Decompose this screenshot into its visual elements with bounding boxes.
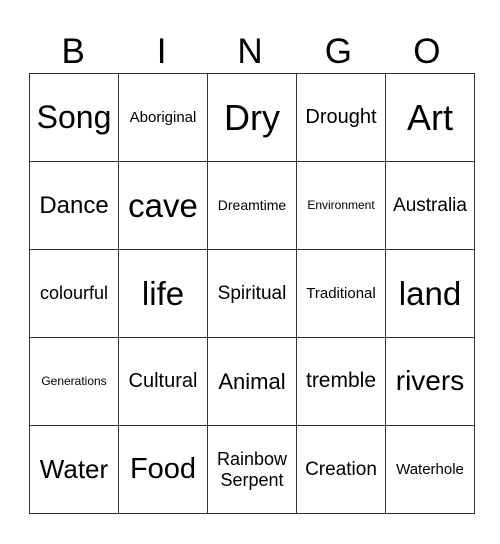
bingo-cell[interactable]: Drought xyxy=(296,73,386,162)
bingo-cell[interactable]: Aboriginal xyxy=(118,73,208,162)
grid-row: Water Food Rainbow Serpent Creation Waterhol… xyxy=(29,425,475,514)
bingo-cell[interactable]: tremble xyxy=(296,337,386,426)
bingo-cell[interactable]: colourful xyxy=(29,249,119,338)
bingo-cell[interactable]: rivers xyxy=(385,337,475,426)
bingo-cell[interactable]: Animal xyxy=(207,337,297,426)
bingo-cell[interactable]: Dreamtime xyxy=(207,161,297,250)
bingo-cell[interactable]: Food xyxy=(118,425,208,514)
grid-row: Generations Cultural Animal tremble rivers xyxy=(29,337,475,426)
bingo-cell[interactable]: Traditional xyxy=(296,249,386,338)
grid-row: Dance cave Dreamtime Environment Australia xyxy=(29,161,475,250)
bingo-grid: Song Aboriginal Dry Drought Art Dance cave Drea… xyxy=(29,73,475,514)
bingo-cell[interactable]: Waterhole xyxy=(385,425,475,514)
bingo-cell[interactable]: cave xyxy=(118,161,208,250)
bingo-cell[interactable]: Song xyxy=(29,73,119,162)
bingo-cell[interactable]: Australia xyxy=(385,161,475,250)
bingo-cell[interactable]: Generations xyxy=(29,337,119,426)
bingo-cell[interactable]: Dry xyxy=(207,73,297,162)
bingo-cell[interactable]: Cultural xyxy=(118,337,208,426)
bingo-cell[interactable]: Creation xyxy=(296,425,386,514)
header-letter: G xyxy=(324,32,353,71)
bingo-cell[interactable]: Spiritual xyxy=(207,249,297,338)
header-letter: I xyxy=(156,32,167,71)
header-letter: N xyxy=(237,32,263,71)
bingo-cell[interactable]: Environment xyxy=(296,161,386,250)
bingo-cell[interactable]: Dance xyxy=(29,161,119,250)
bingo-cell[interactable]: Water xyxy=(29,425,119,514)
bingo-cell[interactable]: land xyxy=(385,249,475,338)
grid-row: Song Aboriginal Dry Drought Art xyxy=(29,73,475,162)
header-letter: O xyxy=(413,32,441,71)
bingo-cell[interactable]: Rainbow Serpent xyxy=(207,425,297,514)
bingo-cell[interactable]: life xyxy=(118,249,208,338)
bingo-cell[interactable]: Art xyxy=(385,73,475,162)
header-letter: B xyxy=(61,32,85,71)
bingo-header: B I N G O xyxy=(29,30,471,73)
grid-row: colourful life Spiritual Traditional land xyxy=(29,249,475,338)
